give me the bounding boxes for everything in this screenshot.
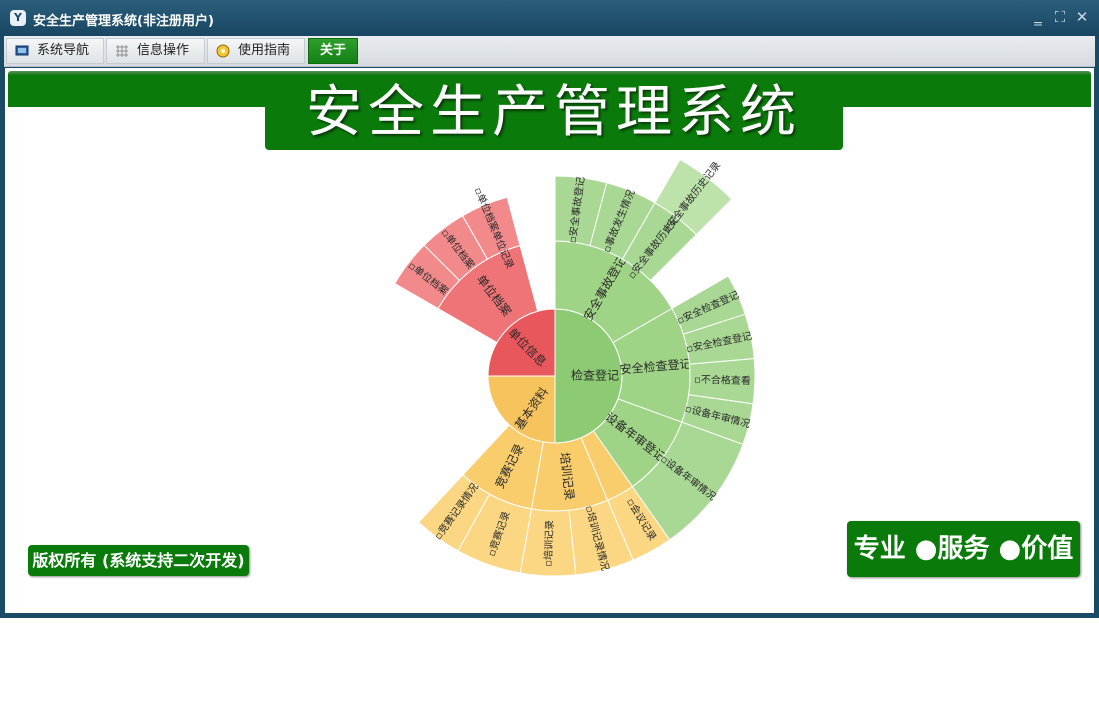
app-window: Y 安全生产管理系统(非注册用户) ‗ ⛶ ✕ 系统导航 信息操作 使用指南 关… [0,0,1099,618]
sunburst-label-r1-2: 检查登记 [571,368,619,383]
sunburst-chart: 单位信息基本资料检查登记单位档案竞赛记录培训记录会议记录安全事故登记安全检查登记… [394,159,756,577]
